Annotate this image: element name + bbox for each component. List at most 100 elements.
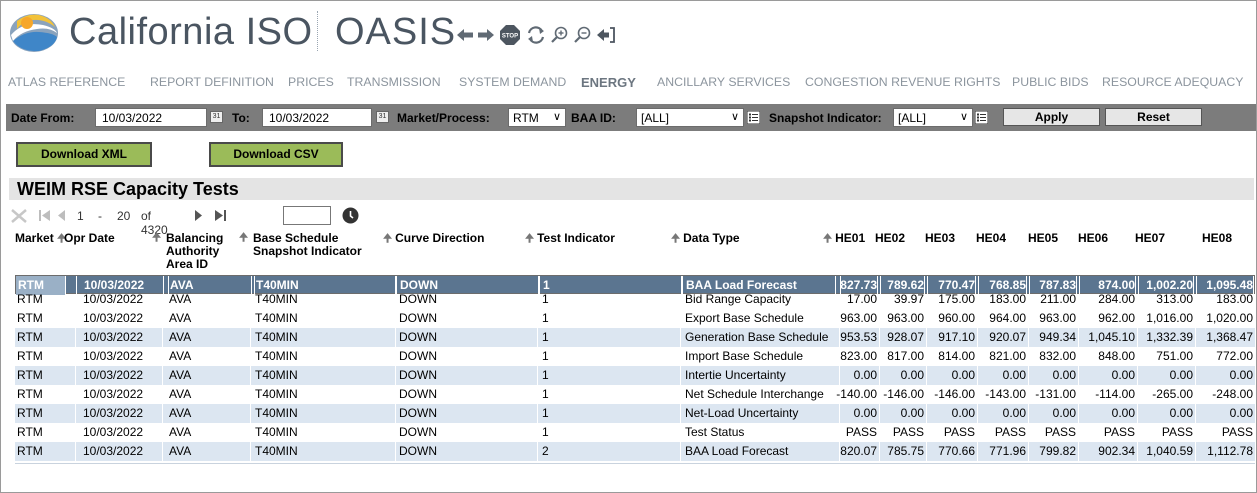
column-header-he01[interactable]: 🠉 HE01: [823, 232, 865, 246]
calendar-icon[interactable]: 31: [376, 111, 389, 123]
cell-he01: 820.07: [840, 444, 877, 458]
column-header-he05[interactable]: HE05: [1028, 232, 1058, 245]
menu-item-prices[interactable]: PRICES: [288, 75, 334, 89]
cell-base-schedule-snapshot: T40MIN: [255, 444, 298, 458]
sort-icon[interactable]: 🠉: [239, 232, 248, 245]
first-page-icon[interactable]: [39, 209, 51, 222]
table-row[interactable]: RTM 10/03/2022 AVA T40MIN DOWN 2 BAA Load Fore…: [15, 442, 1255, 461]
last-page-icon[interactable]: [214, 209, 226, 222]
column-separator: [926, 328, 927, 347]
cell-he04: PASS: [994, 425, 1026, 439]
menu-item-report-definition[interactable]: REPORT DEFINITION: [150, 75, 274, 89]
table-row[interactable]: RTM 10/03/2022 AVA T40MIN DOWN 1 Generation Ba…: [15, 328, 1255, 347]
menu-item-public-bids[interactable]: PUBLIC BIDS: [1012, 75, 1089, 89]
column-separator: [162, 404, 163, 423]
list-select-icon[interactable]: [975, 111, 988, 124]
column-header-he06[interactable]: HE06: [1078, 232, 1108, 245]
column-separator: [395, 309, 396, 328]
table-row[interactable]: RTM 10/03/2022 AVA T40MIN DOWN 1 Net-Load Unce…: [15, 404, 1255, 423]
back-arrow-icon[interactable]: [457, 28, 473, 42]
menu-item-ancillary-services[interactable]: ANCILLARY SERVICES: [657, 75, 790, 89]
cell-he04: 0.00: [1002, 406, 1026, 420]
menu-item-system-demand[interactable]: SYSTEM DEMAND: [459, 75, 566, 89]
menu-item-atlas-reference[interactable]: ATLAS REFERENCE: [8, 75, 125, 89]
column-separator: [1078, 404, 1079, 423]
date-to-input[interactable]: 10/03/2022: [262, 108, 372, 127]
column-separator: [926, 290, 927, 309]
column-separator: [879, 385, 880, 404]
table-row[interactable]: RTM 10/03/2022 AVA T40MIN DOWN 1 Net Schedule …: [15, 385, 1255, 404]
previous-page-icon[interactable]: [57, 209, 66, 222]
page-number-input[interactable]: [283, 206, 331, 225]
column-separator: [977, 347, 978, 366]
brand-title: California ISO: [69, 11, 313, 53]
column-header-he08[interactable]: HE08: [1202, 232, 1232, 245]
sort-icon[interactable]: 🠉: [152, 232, 161, 245]
go-to-page-icon[interactable]: [342, 207, 359, 224]
column-header-he07[interactable]: HE07: [1135, 232, 1165, 245]
table-row[interactable]: RTM 10/03/2022 AVA T40MIN DOWN 1 Bid Range Cap…: [15, 290, 1255, 309]
cell-he05: 949.34: [1039, 330, 1076, 344]
refresh-icon[interactable]: [526, 26, 546, 44]
date-from-label: Date From:: [11, 111, 75, 125]
column-header-curve-direction[interactable]: 🠉 Curve Direction: [383, 232, 484, 246]
sort-icon[interactable]: 🠉: [525, 233, 534, 245]
cell-base-schedule-snapshot: T40MIN: [255, 292, 298, 306]
column-header-he04[interactable]: HE04: [976, 232, 1006, 245]
column-separator: [395, 404, 396, 423]
column-header-market[interactable]: Market 🠉: [15, 232, 69, 246]
sort-icon[interactable]: 🠉: [823, 233, 832, 245]
cell-he06: 0.00: [1111, 406, 1135, 420]
clear-filter-icon[interactable]: [11, 209, 27, 223]
menu-item-transmission[interactable]: TRANSMISSION: [347, 75, 441, 89]
forward-arrow-icon[interactable]: [478, 28, 494, 42]
table-row[interactable]: RTM 10/03/2022 AVA T40MIN DOWN 1 Import Base S…: [15, 347, 1255, 366]
column-header-baa-id[interactable]: 🠉 Balancing Authority Area ID: [152, 232, 223, 271]
column-header-bss[interactable]: 🠉 Base Schedule Snapshot Indicator: [239, 232, 362, 258]
zoom-out-icon[interactable]: [574, 26, 592, 44]
zoom-in-icon[interactable]: [551, 26, 569, 44]
column-separator: [537, 442, 538, 461]
sort-icon[interactable]: 🠉: [671, 233, 680, 245]
menu-item-energy[interactable]: ENERGY: [581, 75, 636, 90]
menu-item-congestion-revenue-rights[interactable]: CONGESTION REVENUE RIGHTS: [805, 75, 1000, 89]
stop-icon[interactable]: STOP: [499, 24, 521, 46]
apply-button[interactable]: Apply: [1003, 108, 1100, 126]
reset-button[interactable]: Reset: [1105, 108, 1202, 126]
column-separator: [537, 290, 538, 309]
snapshot-indicator-select[interactable]: [ALL] ∨: [893, 108, 973, 127]
next-page-icon[interactable]: [194, 209, 203, 222]
column-separator: [1078, 366, 1079, 385]
column-separator: [879, 442, 880, 461]
cell-curve-direction: DOWN: [399, 292, 437, 306]
column-header-test-indicator[interactable]: 🠉 Test Indicator: [525, 232, 615, 246]
calendar-icon[interactable]: 31: [210, 111, 223, 123]
column-header-he02[interactable]: HE02: [875, 232, 905, 245]
sort-icon[interactable]: 🠉: [383, 233, 392, 245]
cell-he08: 183.00: [1216, 292, 1253, 306]
download-xml-button[interactable]: Download XML: [16, 142, 152, 167]
table-row[interactable]: RTM 10/03/2022 AVA T40MIN DOWN 1 Test Status PA…: [15, 423, 1255, 442]
cell-he03: 0.00: [951, 406, 975, 420]
column-separator: [1028, 423, 1029, 442]
column-header-opr-date[interactable]: Opr Date: [64, 232, 115, 245]
column-separator: [1137, 309, 1138, 328]
date-from-input[interactable]: 10/03/2022: [95, 108, 207, 127]
cell-opr-date: 10/03/2022: [83, 425, 144, 439]
column-separator: [1028, 290, 1029, 309]
column-separator: [839, 328, 840, 347]
column-header-he03[interactable]: HE03: [925, 232, 955, 245]
menu-item-resource-adequacy[interactable]: RESOURCE ADEQUACY: [1102, 75, 1243, 89]
download-csv-button[interactable]: Download CSV: [209, 142, 343, 167]
table-row[interactable]: RTM 10/03/2022 AVA T40MIN DOWN 1 Export Base S…: [15, 309, 1255, 328]
logout-icon[interactable]: [597, 26, 615, 44]
column-separator: [537, 404, 538, 423]
column-header-test-label: Test Indicator: [537, 231, 615, 245]
table-row[interactable]: RTM 10/03/2022 AVA T40MIN DOWN 1 Intertie Unce…: [15, 366, 1255, 385]
column-header-data-type-label: Data Type: [683, 231, 740, 245]
baa-id-select[interactable]: [ALL] ∨: [636, 108, 744, 127]
oasis-window: California ISO OASIS STOP ATLAS REFERENC…: [0, 0, 1257, 493]
market-process-select[interactable]: RTM ∨: [508, 108, 566, 127]
list-select-icon[interactable]: [747, 111, 760, 124]
column-header-data-type[interactable]: 🠉 Data Type: [671, 232, 740, 246]
